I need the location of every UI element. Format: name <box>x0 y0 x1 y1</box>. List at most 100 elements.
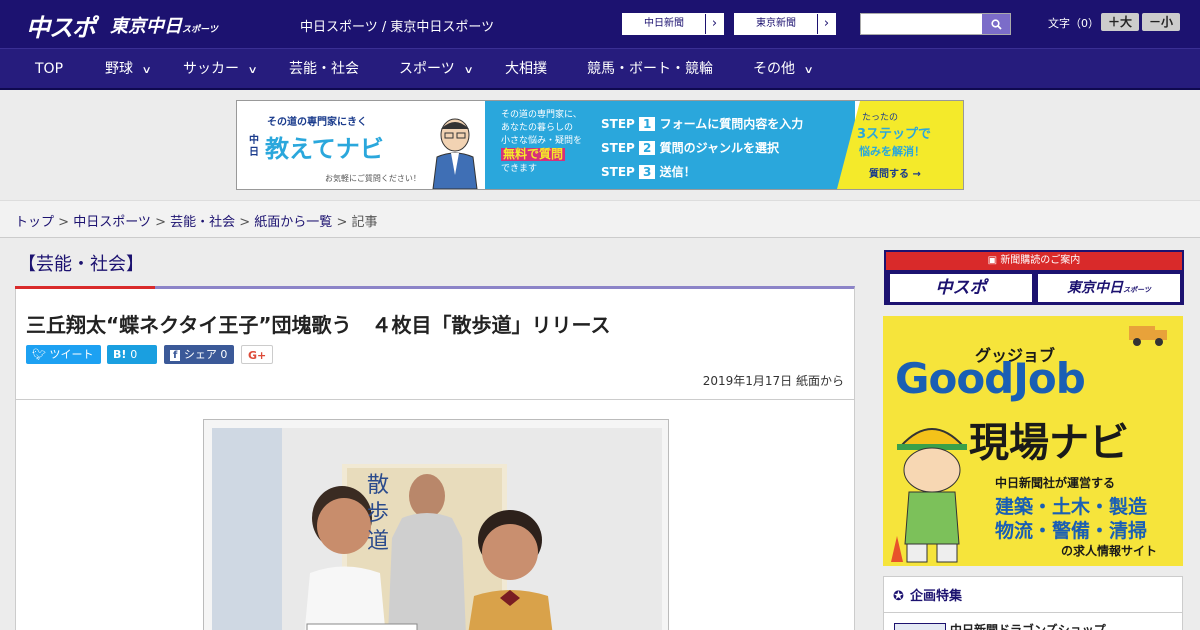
twitter-bird-icon: 🐦︎ <box>32 348 46 361</box>
facebook-share-count: 0 <box>220 348 228 361</box>
nav-item-top[interactable]: TOP <box>35 49 63 89</box>
facebook-share-label: シェア <box>183 348 217 361</box>
tokyo-shimbun-label: 東京新聞 <box>756 18 796 29</box>
hatena-count: 0 <box>130 348 138 361</box>
font-size-label: 文字（0） <box>1048 17 1099 30</box>
worker-mascot-icon <box>891 428 967 563</box>
ad-step-3: STEP 3 送信！ <box>601 165 696 179</box>
ad-tagline: その道の専門家にきく <box>267 117 367 128</box>
divider <box>16 399 854 400</box>
nav-item-racing[interactable]: 競馬・ボート・競輪 <box>587 49 713 89</box>
tokyo-chunichi-logo-text: 東京中日 <box>110 16 182 37</box>
breadcrumb-paper-list[interactable]: 紙面から一覧 <box>254 215 332 230</box>
article-date: 2019年1月17日 紙面から <box>702 374 844 388</box>
truck-icon <box>1129 326 1167 346</box>
ad-step-3-text: 送信！ <box>659 165 696 179</box>
nav-item-label: スポーツ <box>399 61 455 77</box>
subscribe-tokyo-chunichi-label: 東京中日 <box>1067 280 1124 296</box>
search-button[interactable] <box>982 14 1010 34</box>
subscribe-tokyo-chunichi-button[interactable]: 東京中日スポーツ <box>1038 274 1180 302</box>
feature-header: ✪ 企画特集 <box>884 577 1182 613</box>
ad-step-word: STEP <box>601 141 635 155</box>
search-icon <box>990 18 1002 30</box>
nav-item-sumo[interactable]: 大相撲 <box>505 49 547 89</box>
nav-item-label: 野球 <box>105 61 133 77</box>
breadcrumb-current: 記事 <box>351 215 378 230</box>
photo-poster-text: 散歩道 <box>367 473 390 554</box>
consultant-illustration <box>432 118 478 189</box>
ad-right-line-3: 悩みを解消！ <box>859 145 925 158</box>
ad-brand-prefix: 中日 <box>249 135 259 158</box>
subscribe-tokyo-chunichi-small: スポーツ <box>1123 286 1151 294</box>
ad-desc-line-2: あなたの暮らしの <box>501 123 574 133</box>
nav-item-label: TOP <box>35 61 64 77</box>
oshiete-navi-ad-banner[interactable]: その道の専門家にきく 中日 教えてナビ お気軽にご質問ください！ その道の専門家… <box>236 100 964 190</box>
goodjob-line-2: 建築・土木・製造 <box>995 496 1148 518</box>
breadcrumb-separator: > <box>150 215 171 230</box>
feature-item-link[interactable]: 中日新聞ドラゴンズショップ <box>950 621 1106 630</box>
hatena-bookmark-button[interactable]: B! 0 <box>107 345 157 364</box>
chevron-down-icon: ∨ <box>247 65 258 76</box>
subscription-title: ▣ 新聞購読のご案内 <box>886 252 1182 270</box>
ad-note: お気軽にご質問ください！ <box>325 174 421 183</box>
subscribe-chuspo-button[interactable]: 中スポ <box>890 274 1032 302</box>
font-smaller-button[interactable]: －小 <box>1142 13 1180 31</box>
site-header: 中スポ 東京中日スポーツ 中日スポーツ / 東京中日スポーツ 中日新聞 › 東京… <box>0 0 1200 48</box>
font-bigger-button[interactable]: ＋大 <box>1101 13 1139 31</box>
tweet-button[interactable]: 🐦︎ ツイート <box>26 345 101 364</box>
facebook-share-button[interactable]: f シェア 0 <box>164 345 234 364</box>
facebook-icon: f <box>170 350 181 361</box>
breadcrumb-chuspo[interactable]: 中日スポーツ <box>73 215 151 230</box>
ad-step-word: STEP <box>601 117 635 131</box>
arrow-right-icon: → <box>912 169 921 180</box>
ad-step-2-text: 質問のジャンルを選択 <box>659 141 779 155</box>
breadcrumb-entertainment[interactable]: 芸能・社会 <box>170 215 235 230</box>
nav-item-entertainment[interactable]: 芸能・社会 <box>289 49 359 89</box>
tokyo-chunichi-logo[interactable]: 東京中日スポーツ <box>110 12 218 38</box>
ad-step-1: STEP 1 フォームに質問内容を入力 <box>601 117 804 131</box>
chuspo-logo[interactable]: 中スポ <box>26 8 96 43</box>
tokyo-chunichi-logo-small: スポーツ <box>182 25 218 35</box>
article-card: 三丘翔太“蝶ネクタイ王子”団塊歌う ４枚目「散歩道」リリース 🐦︎ ツイート B… <box>15 286 855 630</box>
subscription-title-text: 新聞購読のご案内 <box>1000 255 1081 266</box>
search-input[interactable] <box>861 14 982 34</box>
goodjob-line-1: 中日新聞社が運営する <box>995 476 1116 490</box>
ad-desc-line-4: 無料で質問 <box>501 147 566 161</box>
feature-thumb[interactable] <box>894 623 946 630</box>
ad-desc-line-5: できます <box>501 164 538 174</box>
breadcrumb-separator: > <box>54 215 74 230</box>
breadcrumb: トップ > 中日スポーツ > 芸能・社会 > 紙面から一覧 > 記事 <box>15 211 378 230</box>
feature-title: 企画特集 <box>910 589 963 604</box>
ad-ask-button[interactable]: 質問する → <box>869 165 921 180</box>
search-box <box>860 13 1011 35</box>
article-headline: 三丘翔太“蝶ネクタイ王子”団塊歌う ４枚目「散歩道」リリース <box>26 313 611 337</box>
nav-item-sports[interactable]: スポーツ ∨ <box>399 49 474 89</box>
goodjob-sub: 現場ナビ <box>969 420 1129 466</box>
breadcrumb-top[interactable]: トップ <box>15 215 54 230</box>
goodjob-line-4: の求人情報サイト <box>1061 544 1158 558</box>
google-plus-label: G+ <box>248 349 267 362</box>
tokyo-shimbun-link[interactable]: 東京新聞 › <box>734 13 836 35</box>
section-title: 【芸能・社会】 <box>18 254 144 275</box>
nav-item-other[interactable]: その他 ∨ <box>753 49 814 89</box>
chevron-down-icon: ∨ <box>463 65 474 76</box>
nav-item-soccer[interactable]: サッカー ∨ <box>183 49 258 89</box>
nav-item-label: 芸能・社会 <box>289 61 359 77</box>
ad-desc-line-1: その道の専門家に、 <box>501 110 582 120</box>
chunichi-shimbun-link[interactable]: 中日新聞 › <box>622 13 724 35</box>
article-photo: 散歩道 <box>212 428 662 630</box>
goodjob-ad[interactable]: グッジョブ GoodJob 現場ナビ 中日新聞社が運営する 建築・土木・製造 物… <box>883 316 1183 566</box>
hatena-b-label: B! <box>113 348 127 361</box>
ad-desc: その道の専門家に、 あなたの暮らしの 小さな悩み・疑問を 無料で質問 できます <box>501 109 582 176</box>
tweet-label: ツイート <box>49 348 94 361</box>
goodjob-title: GoodJob <box>895 354 1086 403</box>
ad-middle-panel: その道の専門家に、 あなたの暮らしの 小さな悩み・疑問を 無料で質問 できます … <box>485 101 855 189</box>
nav-item-baseball[interactable]: 野球 ∨ <box>105 49 152 89</box>
ad-step-2: STEP 2 質問のジャンルを選択 <box>601 141 779 155</box>
chevron-down-icon: ∨ <box>141 65 152 76</box>
newspaper-icon: ▣ <box>987 255 998 266</box>
feature-box: ✪ 企画特集 中日新聞ドラゴンズショップ <box>883 576 1183 630</box>
google-plus-button[interactable]: G+ <box>241 345 273 364</box>
site-name-link[interactable]: 中日スポーツ / 東京中日スポーツ <box>300 16 494 35</box>
breadcrumb-separator: > <box>332 215 352 230</box>
